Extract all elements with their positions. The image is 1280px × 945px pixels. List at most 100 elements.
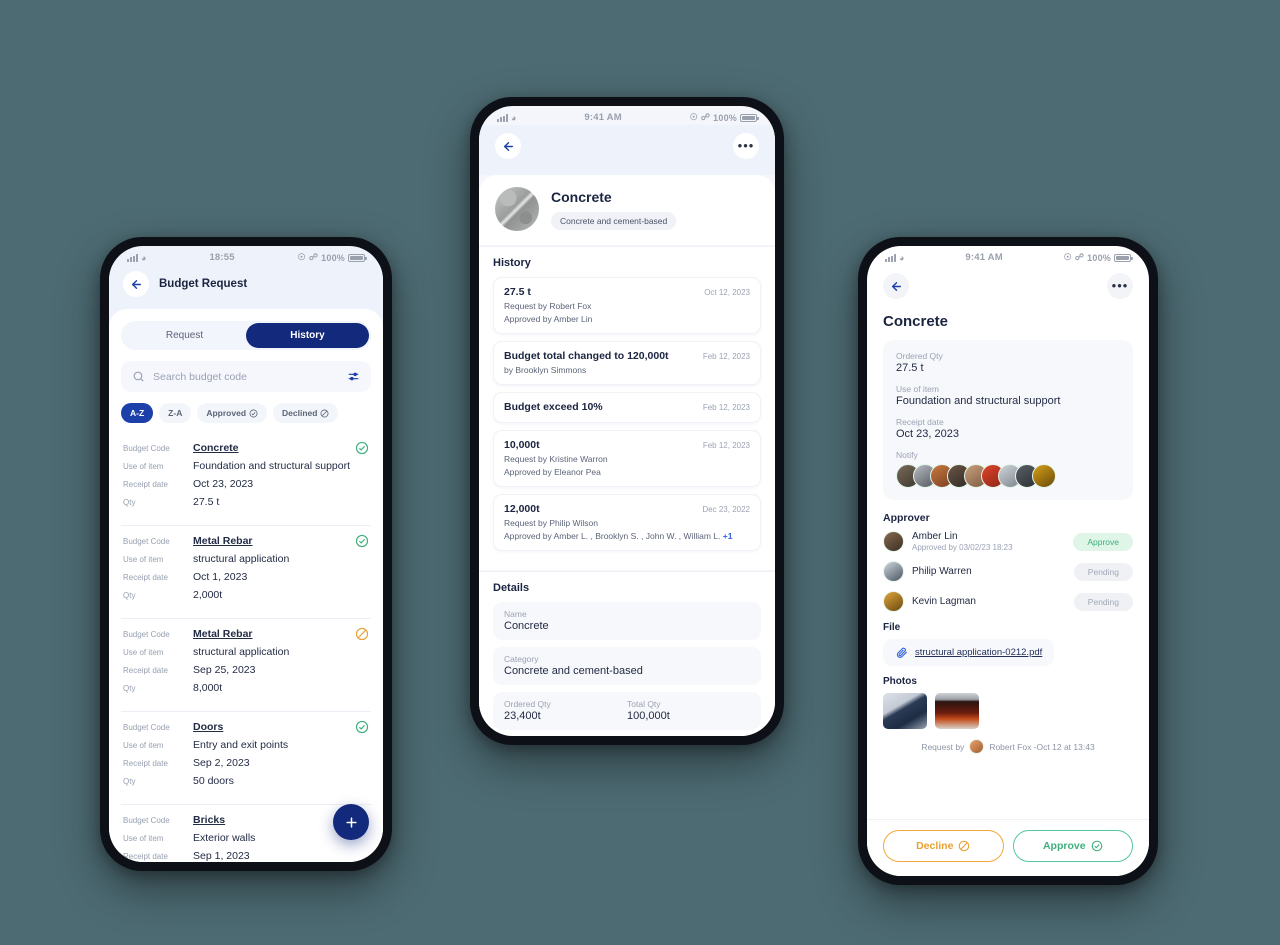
record-row: Receipt date Sep 1, 2023: [123, 850, 369, 862]
back-button[interactable]: [495, 133, 521, 159]
record-value[interactable]: Bricks: [193, 814, 225, 826]
record-card[interactable]: Budget Code Concrete Use of item Foundation…: [121, 433, 371, 526]
more-options-button[interactable]: •••: [1107, 273, 1133, 299]
history-date: Feb 12, 2023: [702, 352, 750, 361]
detail-total-qty: Total Qty 100,000t: [627, 699, 750, 722]
ordered-qty-label: Ordered Qty: [896, 351, 943, 361]
chip-label: A-Z: [130, 408, 145, 418]
battery-percent: 100%: [1087, 252, 1111, 263]
record-value: 27.5 t: [193, 496, 220, 508]
wifi-icon: ◕: [511, 112, 517, 123]
detail-label: Category: [504, 654, 539, 664]
ordered-qty-value: 27.5 t: [896, 362, 924, 374]
search-bar[interactable]: [121, 361, 371, 392]
search-input[interactable]: [153, 370, 339, 383]
detail-ordered-qty: Ordered Qty 23,400t: [504, 699, 627, 722]
record-row: Use of item Entry and exit points: [123, 739, 369, 751]
history-card[interactable]: Budget total changed to 120,000t Feb 12, …: [493, 341, 761, 385]
battery-percent: 100%: [713, 112, 737, 123]
record-value[interactable]: Concrete: [193, 442, 239, 454]
photo-thumbnail[interactable]: [883, 693, 927, 729]
chip-a-z[interactable]: A-Z: [121, 403, 154, 423]
history-card[interactable]: 12,000t Dec 23, 2022 Request by Philip Wil…: [493, 494, 761, 551]
file-attachment[interactable]: structural application-0212.pdf: [883, 639, 1055, 666]
tab-request[interactable]: Request: [123, 323, 246, 348]
chip-z-a[interactable]: Z-A: [159, 403, 192, 423]
record-card[interactable]: Budget Code Bricks Use of item Exterior wal…: [121, 805, 371, 862]
chip-approved[interactable]: Approved: [197, 403, 268, 423]
page-title: Budget Request: [159, 278, 248, 290]
history-section: History 27.5 t Oct 12, 2023 Request by Rob…: [479, 246, 775, 570]
detail-name: Name Concrete: [493, 602, 761, 640]
chip-label: Declined: [282, 408, 318, 418]
record-value: Oct 23, 2023: [193, 478, 254, 490]
history-card[interactable]: 10,000t Feb 12, 2023 Request by Kristine W…: [493, 430, 761, 487]
decline-label: Decline: [916, 840, 954, 852]
detail-category: Category Concrete and cement-based: [493, 647, 761, 685]
history-card[interactable]: 27.5 t Oct 12, 2023 Request by Robert Fox A…: [493, 277, 761, 334]
back-button[interactable]: [883, 273, 909, 299]
approver-name: Kevin Lagman: [912, 596, 976, 607]
status-badge-approved: [355, 720, 369, 739]
record-receipt-label: Receipt date: [123, 759, 168, 768]
details-section: Details Name Concrete Category Concrete …: [479, 571, 775, 736]
history-date: Dec 23, 2022: [702, 505, 750, 514]
record-value: Sep 25, 2023: [193, 664, 256, 676]
avatar: [883, 591, 904, 612]
history-card[interactable]: Budget exceed 10% Feb 12, 2023: [493, 392, 761, 423]
add-budget-button[interactable]: [333, 804, 369, 840]
record-row: Use of item Exterior walls: [123, 832, 369, 844]
receipt-date-label: Receipt date: [896, 417, 944, 427]
tab-history[interactable]: History: [246, 323, 369, 348]
right-content: Concrete Ordered Qty 27.5 t Use of item …: [867, 303, 1149, 819]
record-card[interactable]: Budget Code Metal Rebar Use of item structu…: [121, 526, 371, 619]
history-more-count[interactable]: +1: [720, 531, 733, 541]
approver-row[interactable]: Philip Warren Pending: [883, 561, 1133, 582]
record-row: Qty 2,000t: [123, 589, 369, 601]
record-value: Entry and exit points: [193, 739, 289, 751]
right-topbar: •••: [867, 265, 1149, 303]
check-circle-icon: [355, 534, 369, 548]
center-status-bar: ◕ 9:41 AM ☉ ☍ 100%: [479, 106, 775, 125]
history-head: 12,000t Dec 23, 2022: [504, 503, 750, 515]
history-list: 27.5 t Oct 12, 2023 Request by Robert Fox A…: [493, 277, 761, 551]
record-value: Sep 1, 2023: [193, 850, 250, 862]
bluetooth-icon: ☍: [308, 252, 319, 262]
record-card[interactable]: Budget Code Metal Rebar Use of item structu…: [121, 619, 371, 712]
record-use-label: Use of item: [123, 741, 164, 750]
record-value[interactable]: Metal Rebar: [193, 628, 253, 640]
approve-button[interactable]: Approve: [1012, 830, 1133, 862]
photo-thumbnail[interactable]: [935, 693, 979, 729]
left-header: Budget Request: [109, 265, 383, 309]
left-status-bar: ◕ 18:55 ☉ ☍ 100%: [109, 246, 383, 265]
back-button[interactable]: [123, 271, 149, 297]
more-options-button[interactable]: •••: [733, 133, 759, 159]
approver-status-badge: Pending: [1073, 592, 1133, 611]
approver-row[interactable]: Amber Lin Approved by 03/02/23 18:23 Appro…: [883, 531, 1133, 552]
right-screen: ◕ 9:41 AM ☉ ☍ 100% ••• Concrete Ordered …: [867, 246, 1149, 876]
history-approvers: Approved by Amber Lin: [504, 314, 593, 324]
filter-icon[interactable]: [347, 370, 360, 383]
record-value: Foundation and structural support: [193, 460, 351, 472]
record-value[interactable]: Doors: [193, 721, 223, 733]
center-content: Concrete Concrete and cement-based Histo…: [479, 175, 775, 736]
record-value[interactable]: Metal Rebar: [193, 535, 253, 547]
record-use-label: Use of item: [123, 555, 164, 564]
use-of-item-label: Use of item: [896, 384, 939, 394]
approve-label: Approve: [1042, 840, 1086, 852]
status-badge-approved: [355, 534, 369, 553]
arrow-left-icon: [131, 279, 141, 289]
decline-button[interactable]: Decline: [883, 830, 1004, 862]
notify-avatar-group[interactable]: [896, 464, 1120, 488]
approver-row[interactable]: Kevin Lagman Pending: [883, 591, 1133, 612]
detail-value: Concrete: [504, 620, 549, 632]
record-card[interactable]: Budget Code Doors Use of item Entry and exi…: [121, 712, 371, 805]
chip-label: Z-A: [168, 408, 183, 418]
record-row: Receipt date Sep 25, 2023: [123, 664, 369, 676]
left-screen: ◕ 18:55 ☉ ☍ 100% Budget Request Request …: [109, 246, 383, 862]
check-circle-icon: [355, 441, 369, 455]
chip-declined[interactable]: Declined: [273, 403, 339, 423]
request-by-name: Robert Fox -Oct 12 at 13:43: [989, 741, 1095, 752]
avatar: [1032, 464, 1056, 488]
record-code-label: Budget Code: [123, 816, 170, 825]
